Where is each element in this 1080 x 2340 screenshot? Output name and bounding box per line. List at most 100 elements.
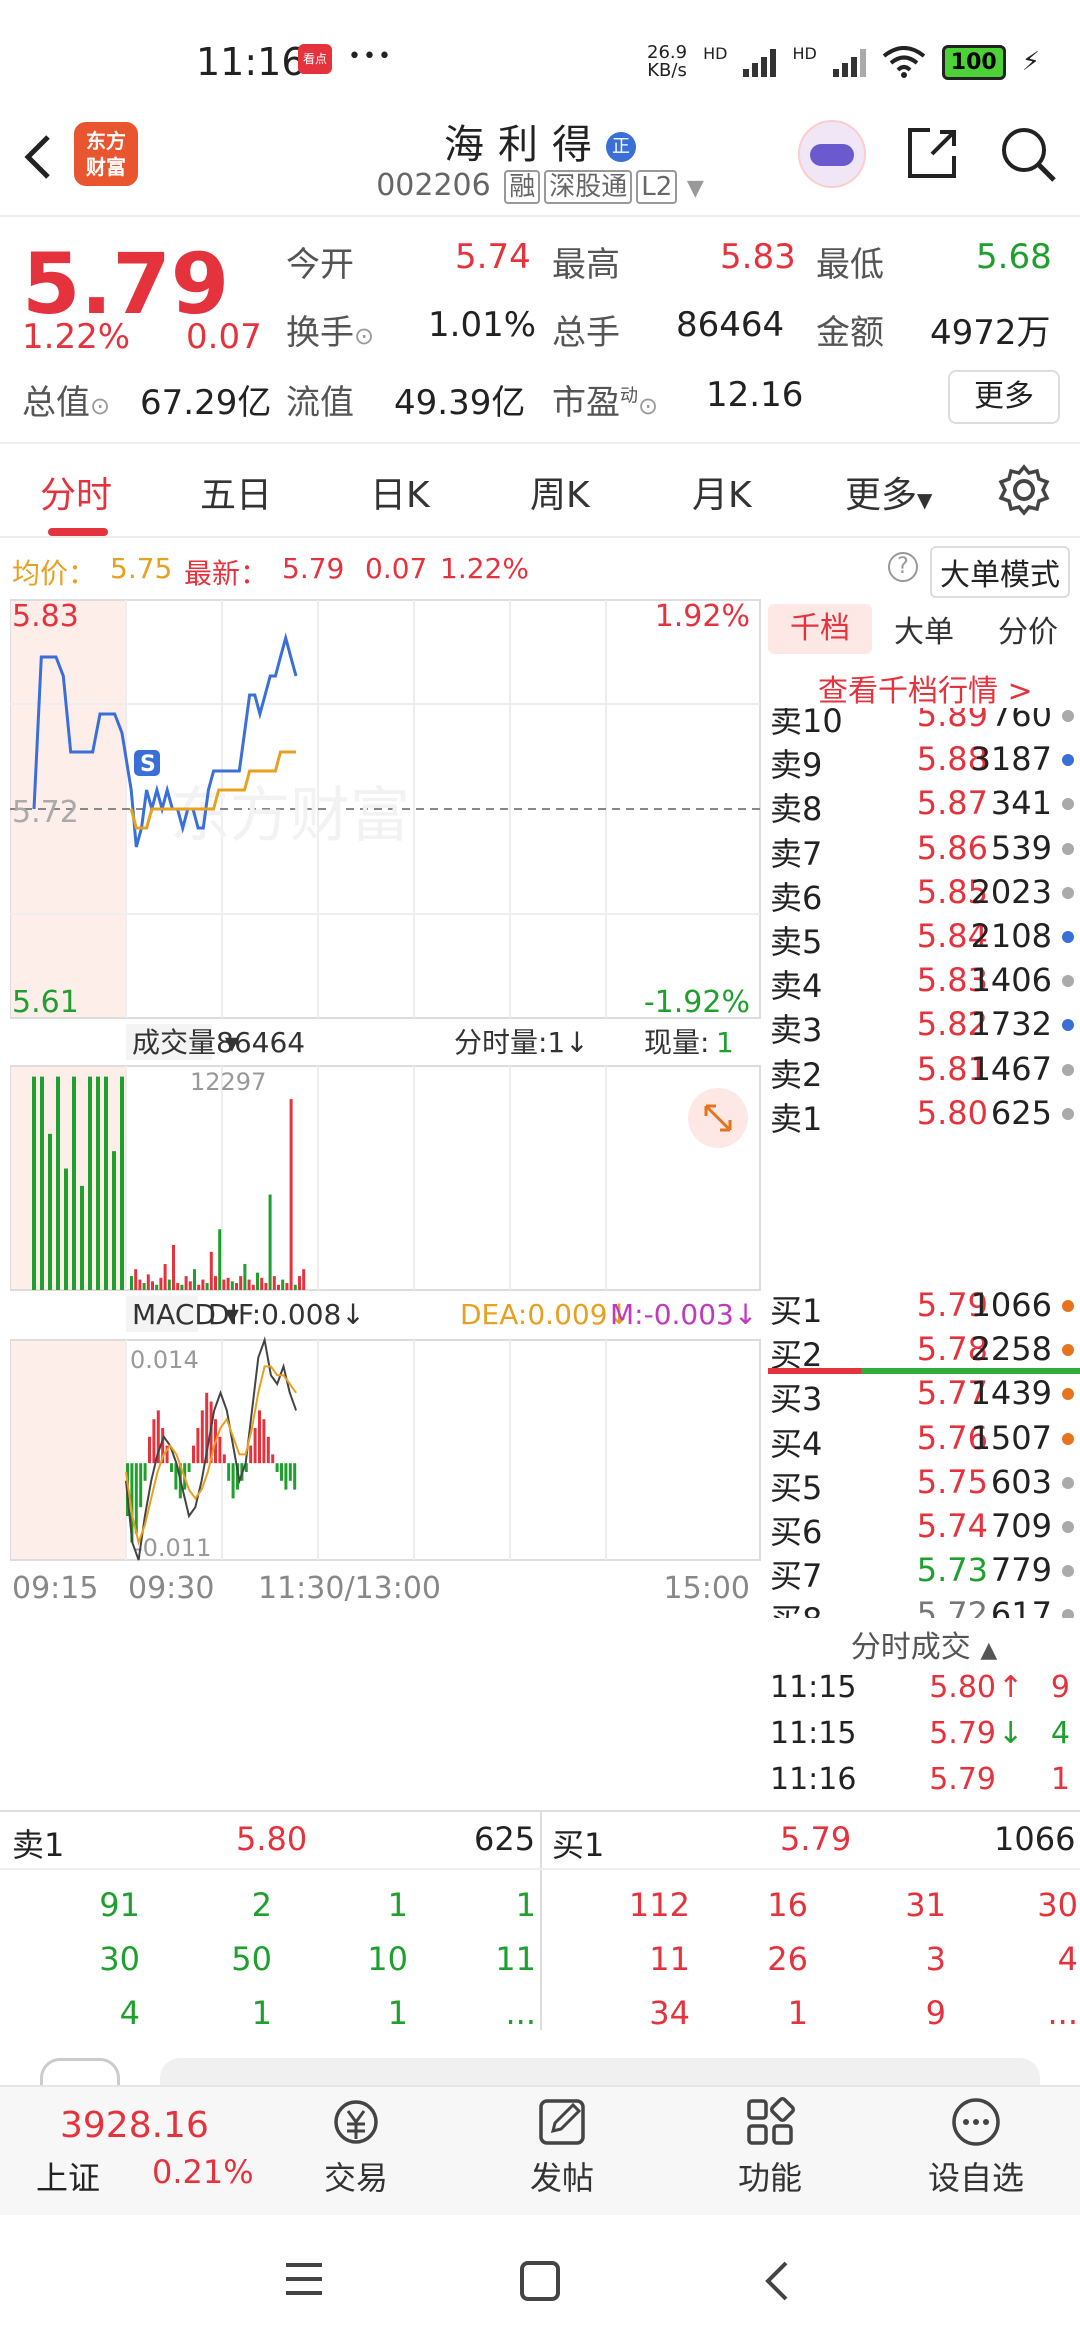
view-depth-link[interactable]: 查看千档行情 > xyxy=(818,666,1033,710)
pe-label: 市盈动⊙ xyxy=(552,383,659,423)
x-label-midday: 11:30/13:00 xyxy=(258,1571,441,1606)
nav-functions[interactable]: 功能 xyxy=(700,2095,840,2199)
volume-label: 总手 xyxy=(552,313,620,353)
level-volume: 1406 xyxy=(970,961,1052,1000)
sell-level-5[interactable]: 卖6 5.85 2023 xyxy=(768,873,1080,917)
level-volume: 1732 xyxy=(970,1005,1052,1044)
tick-volume: 4 xyxy=(1050,1716,1070,1751)
menu-icon[interactable] xyxy=(282,2259,326,2299)
level-dot xyxy=(1062,931,1074,943)
big-order-mode-button[interactable]: 大单模式 xyxy=(930,546,1070,598)
avg-price-value: 5.75 xyxy=(110,552,173,585)
level-label: 卖9 xyxy=(770,746,823,785)
buy-level-1[interactable]: 买1 5.79 1066 xyxy=(768,1286,1080,1330)
queue-buy-order: 9 xyxy=(925,1994,946,2032)
open-label: 今开 xyxy=(286,245,354,285)
high-label: 最高 xyxy=(552,245,620,285)
pct-min-label: -1.92% xyxy=(644,985,750,1020)
sell-level-8[interactable]: 卖3 5.82 1732 xyxy=(768,1005,1080,1049)
battery-indicator: 100 xyxy=(941,44,1006,80)
chart-area[interactable]: 东方财富 S 5.83 5.72 5.61 1.92% -1.92% 成交量 ▾ 86464 分时… xyxy=(9,598,762,1788)
macd-hist-bar xyxy=(196,1428,200,1464)
volume-bar xyxy=(260,1277,264,1290)
sell-level-10[interactable]: 卖1 5.80 625 xyxy=(768,1094,1080,1138)
tick-row: 11:16 5.79 1 xyxy=(768,1762,1080,1806)
chart-svg[interactable]: 东方财富S5.835.725.611.92%-1.92%成交量 ▾86464 分时… xyxy=(9,598,762,1788)
search-icon[interactable] xyxy=(998,124,1058,184)
amount-label: 金额 xyxy=(816,313,884,353)
order-queue: 卖1 5.80 625 买1 5.79 1066 91 2 1 1 30 50 10 11 4 1… xyxy=(0,1810,1080,2032)
robot-avatar[interactable] xyxy=(798,120,866,188)
float-value: 49.39亿 xyxy=(394,383,526,423)
index-ticker[interactable]: 3928.16 上证 0.21% xyxy=(0,2087,270,2217)
macd-hist-bar xyxy=(139,1463,143,1508)
level-price: 5.86 xyxy=(916,828,988,867)
verified-icon: 正 xyxy=(606,132,636,162)
dropdown-icon[interactable]: ▼ xyxy=(687,176,704,201)
latest-pct: 1.22% xyxy=(440,552,529,585)
queue-sell-order: 1 xyxy=(515,1886,536,1924)
home-icon[interactable] xyxy=(518,2259,562,2303)
volume-bar xyxy=(214,1276,217,1290)
tab-weekly-k[interactable]: 周K xyxy=(530,466,590,518)
settings-icon[interactable] xyxy=(998,464,1050,516)
info-icon[interactable]: ⊙ xyxy=(638,392,658,420)
level-dot xyxy=(1062,754,1074,767)
help-icon[interactable]: ? xyxy=(888,552,918,582)
buy-level-5[interactable]: 买5 5.75 603 xyxy=(768,1463,1080,1507)
queue-buy-label: 买1 xyxy=(552,1826,605,1864)
more-button[interactable]: 更多 xyxy=(948,370,1060,424)
info-icon[interactable]: ⊙ xyxy=(354,322,374,350)
queue-buy-order: ... xyxy=(1047,1994,1078,2032)
tab-big-orders[interactable]: 大单 xyxy=(872,607,976,651)
level-dot xyxy=(1062,1388,1074,1401)
signal-icon xyxy=(743,47,777,77)
tab-five-day[interactable]: 五日 xyxy=(200,466,272,518)
tab-intraday[interactable]: 分时 xyxy=(40,466,112,518)
queue-sell-order: ... xyxy=(505,1994,536,2032)
sell-level-1[interactable]: 卖10 5.89 760 xyxy=(768,708,1080,740)
nav-watchlist[interactable]: 设自选 xyxy=(906,2095,1046,2199)
back-nav-icon[interactable] xyxy=(758,2259,798,2303)
queue-sell-order: 2 xyxy=(251,1886,272,1924)
tab-more[interactable]: 更多▼ xyxy=(845,466,932,518)
buy-level-6[interactable]: 买6 5.74 709 xyxy=(768,1507,1080,1551)
info-icon[interactable]: ⊙ xyxy=(90,392,110,420)
volume-bar xyxy=(48,1133,52,1290)
volume-bar xyxy=(188,1281,192,1290)
nav-trade[interactable]: 交易 xyxy=(286,2095,426,2199)
nav-post[interactable]: 发帖 xyxy=(492,2095,632,2199)
sell-level-4[interactable]: 卖7 5.86 539 xyxy=(768,829,1080,873)
macd-hist-bar xyxy=(148,1436,151,1464)
volume-value: 86464 xyxy=(676,305,785,345)
sell-level-3[interactable]: 卖8 5.87 341 xyxy=(768,784,1080,828)
volume-bar xyxy=(88,1076,92,1290)
queue-sell-order: 1 xyxy=(387,1886,408,1924)
tick-trades-title[interactable]: 分时成交 ▲ xyxy=(768,1618,1080,1666)
buy-level-7[interactable]: 买7 5.73 779 xyxy=(768,1551,1080,1595)
tab-daily-k[interactable]: 日K xyxy=(370,466,430,518)
macd-hist-bar xyxy=(152,1419,156,1464)
tab-monthly-k[interactable]: 月K xyxy=(692,466,752,518)
more-icon xyxy=(952,2098,1000,2146)
volume-bar xyxy=(285,1283,289,1290)
sell-level-9[interactable]: 卖2 5.81 1467 xyxy=(768,1050,1080,1094)
volume-bar xyxy=(226,1277,230,1290)
sell-level-7[interactable]: 卖4 5.83 1406 xyxy=(768,961,1080,1005)
tab-depth[interactable]: 千档 xyxy=(768,604,872,654)
level-price: 5.89 xyxy=(916,708,988,734)
buy-level-3[interactable]: 买3 5.77 1439 xyxy=(768,1374,1080,1418)
level-volume: 709 xyxy=(990,1507,1052,1545)
tick-row: 11:15 5.79 ↓ 4 xyxy=(768,1716,1080,1760)
index-pct: 0.21% xyxy=(152,2153,254,2191)
sell-level-2[interactable]: 卖9 5.88 3187 xyxy=(768,740,1080,784)
macd-hist-bar xyxy=(258,1410,261,1464)
volume-bar xyxy=(180,1284,184,1290)
share-icon[interactable] xyxy=(902,124,962,184)
buy-level-4[interactable]: 买4 5.76 1507 xyxy=(768,1419,1080,1463)
queue-buy-price: 5.79 xyxy=(780,1820,852,1858)
volume-bar xyxy=(209,1251,213,1290)
sell-level-6[interactable]: 卖5 5.84 2108 xyxy=(768,917,1080,961)
tab-price-dist[interactable]: 分价 xyxy=(976,607,1080,651)
tag-level2: L2 xyxy=(636,170,678,204)
